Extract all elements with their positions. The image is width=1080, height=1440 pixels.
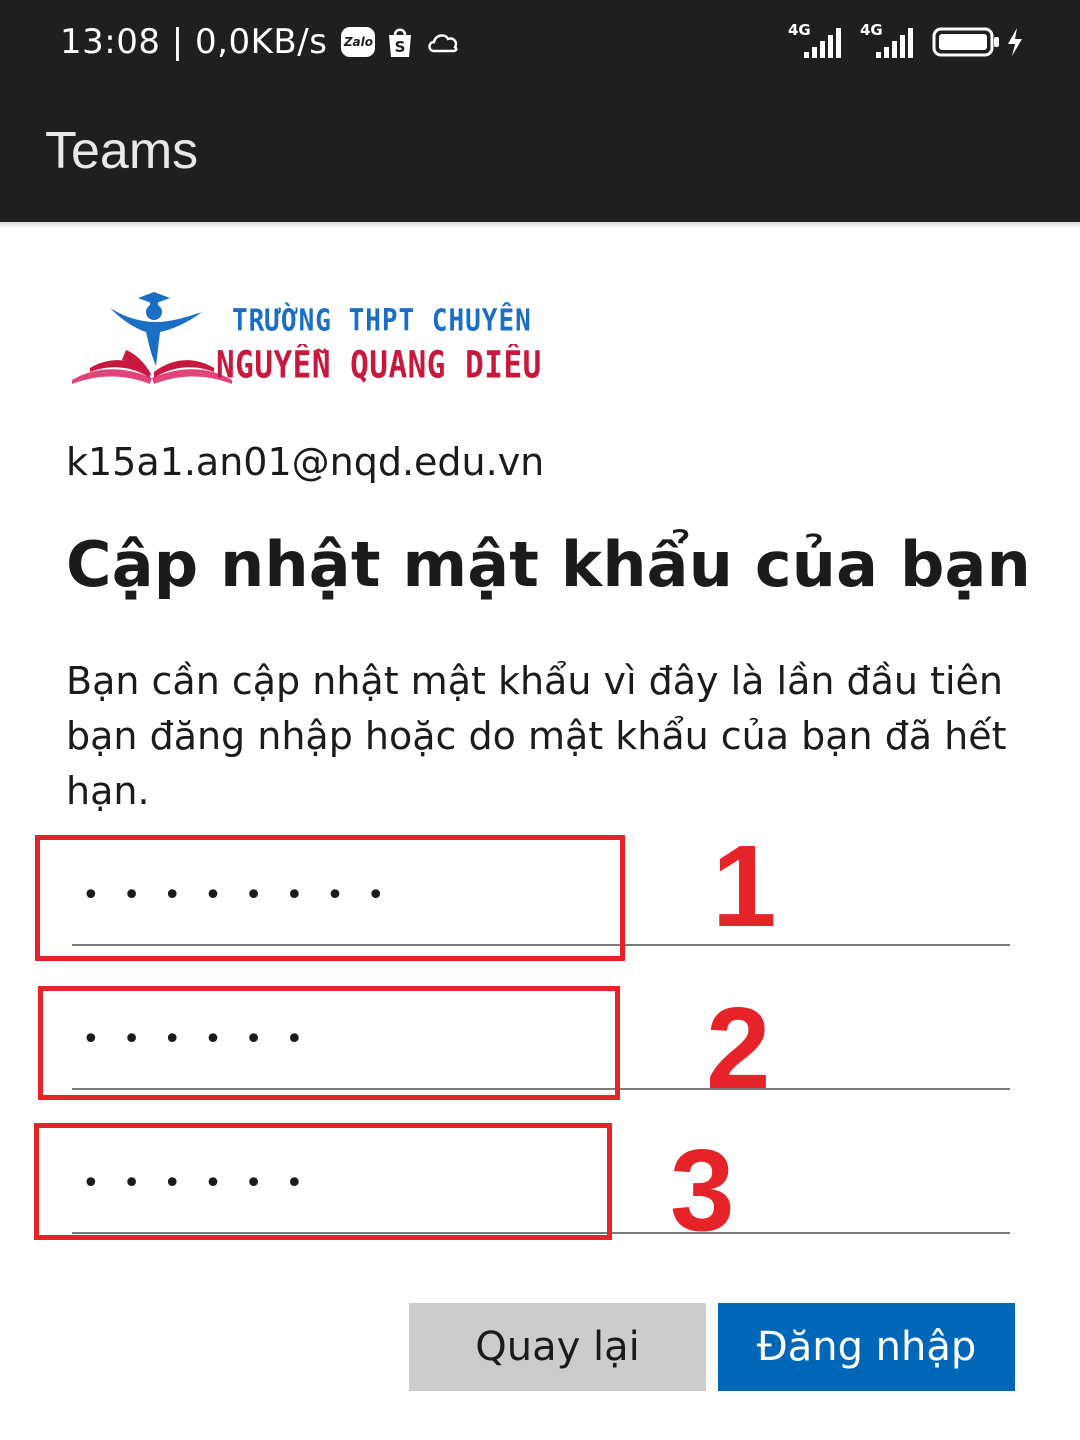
school-logo-emblem-icon	[72, 292, 232, 384]
annotation-box-1	[35, 835, 625, 961]
annotation-number-3: 3	[670, 1125, 735, 1255]
battery-charging-icon	[932, 27, 1024, 57]
school-logo: TRƯỜNG THPT CHUYÊN NGUYỄN QUANG DIÊU	[66, 288, 541, 398]
page-title: Cập nhật mật khẩu của bạn	[66, 528, 1031, 601]
status-bar: 13:08 | 0,0KB/s Zalo S 4G 4G	[0, 0, 1080, 86]
status-right: 4G 4G	[788, 20, 1024, 64]
sim2-signal-icon: 4G	[860, 22, 920, 62]
annotation-number-1: 1	[712, 821, 777, 951]
annotation-box-2	[38, 986, 620, 1100]
back-button[interactable]: Quay lại	[409, 1303, 706, 1391]
app-bar: Teams	[0, 86, 1080, 222]
app-title: Teams	[45, 122, 199, 180]
sign-in-button[interactable]: Đăng nhập	[718, 1303, 1015, 1391]
shopee-bag-icon: S	[385, 25, 415, 59]
svg-text:S: S	[395, 38, 406, 56]
logo-school-line1: TRƯỜNG THPT CHUYÊN	[232, 304, 532, 339]
status-left: 13:08 | 0,0KB/s Zalo S	[60, 20, 461, 64]
annotation-number-2: 2	[706, 983, 771, 1113]
app-bar-shadow	[0, 222, 1080, 228]
annotation-box-3	[34, 1123, 612, 1240]
zalo-icon: Zalo	[341, 27, 376, 57]
status-time-speed: 13:08 | 0,0KB/s	[60, 22, 328, 62]
description-text: Bạn cần cập nhật mật khẩu vì đây là lần …	[66, 659, 1007, 813]
account-email: k15a1.an01@nqd.edu.vn	[66, 440, 545, 484]
sim1-signal-icon: 4G	[788, 22, 848, 62]
logo-school-line2: NGUYỄN QUANG DIÊU	[216, 344, 542, 388]
cloud-icon	[425, 29, 461, 55]
